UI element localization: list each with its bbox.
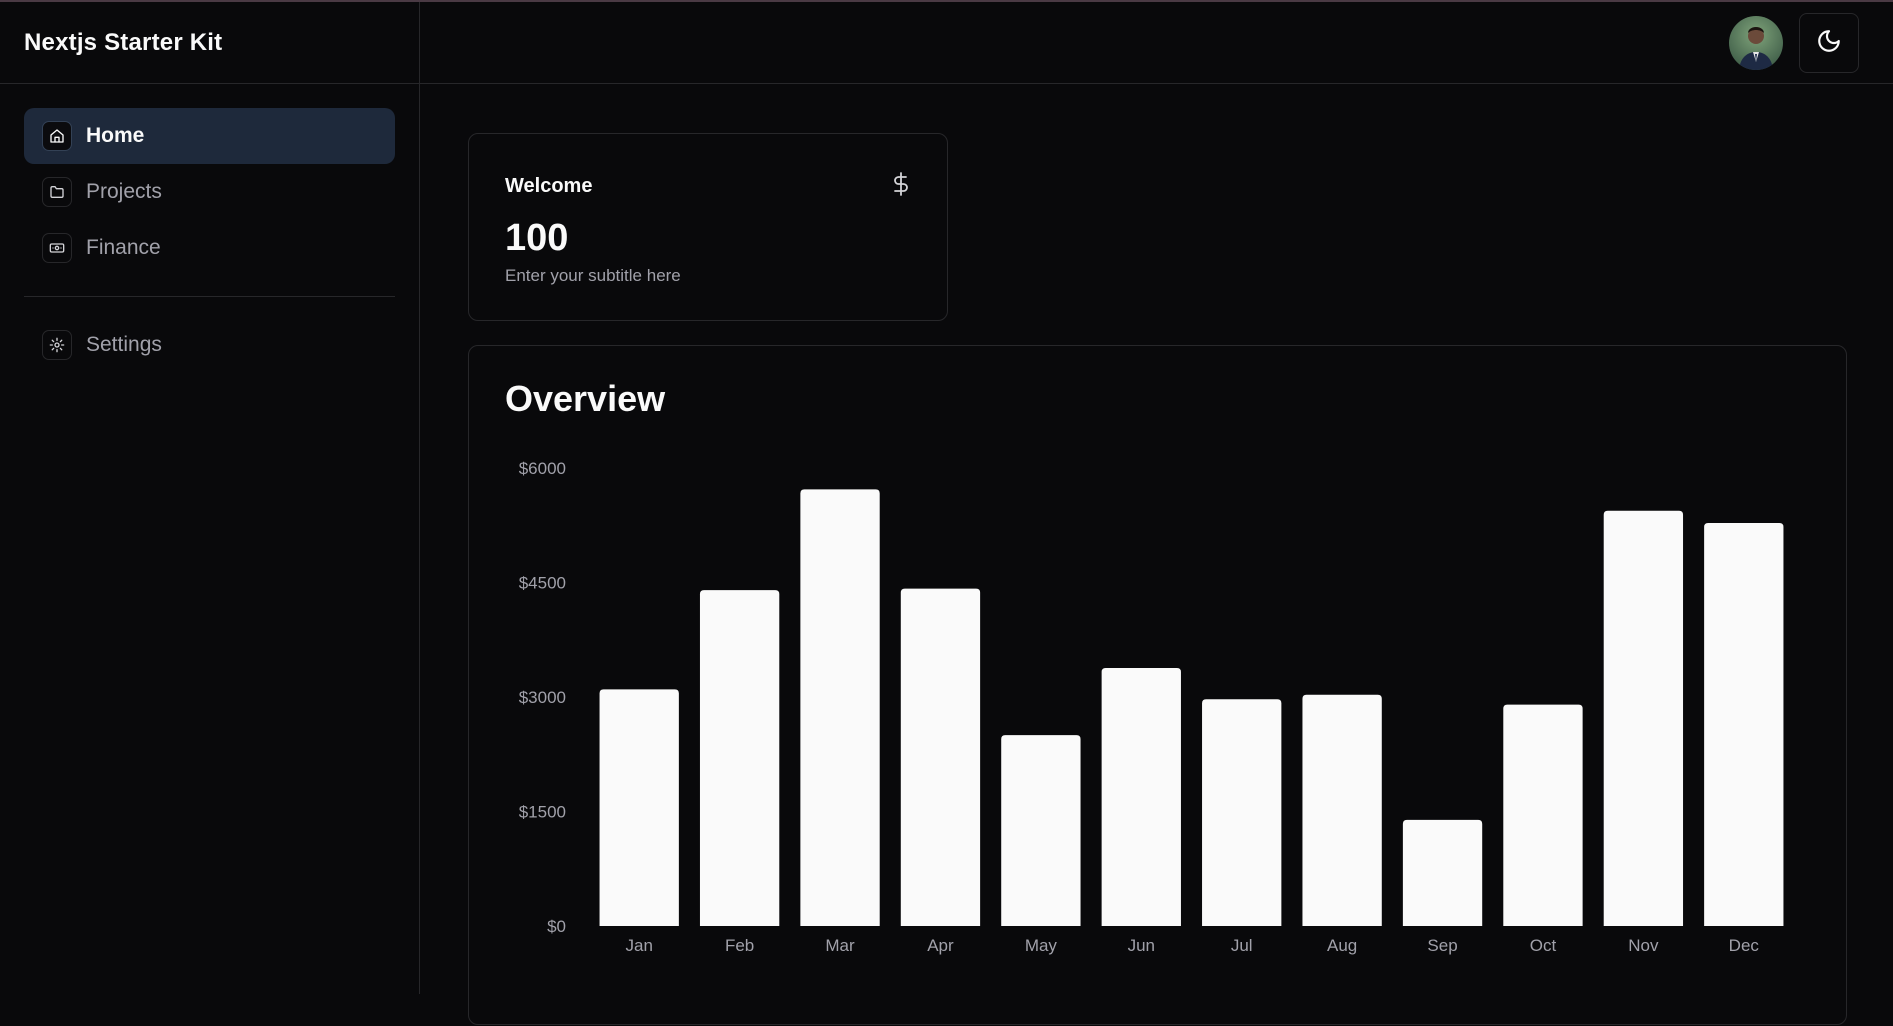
moon-icon — [1816, 28, 1842, 59]
bar-aug[interactable] — [1302, 694, 1382, 926]
sidebar-item-label: Projects — [86, 180, 162, 203]
y-tick-label: $6000 — [519, 459, 566, 478]
welcome-card: Welcome 100 Enter your subtitle here — [468, 133, 948, 321]
gear-icon — [42, 330, 72, 360]
sidebar-item-projects[interactable]: Projects — [24, 164, 395, 220]
sidebar-divider — [24, 296, 395, 297]
y-tick-label: $4500 — [519, 574, 566, 593]
x-tick-label: Jan — [625, 936, 652, 955]
bar-feb[interactable] — [699, 590, 780, 926]
card-title: Welcome — [505, 175, 593, 197]
x-tick-label: Apr — [927, 936, 954, 955]
x-tick-label: Aug — [1327, 936, 1357, 955]
bar-nov[interactable] — [1603, 510, 1684, 926]
x-tick-label: Dec — [1729, 936, 1760, 955]
bar-jun[interactable] — [1101, 667, 1181, 926]
overview-card: $0 $1500 $3000 $4500 $6000 Jan Feb Mar Apr May Jun… — [468, 345, 1847, 1025]
bar-dec[interactable] — [1704, 522, 1784, 926]
y-tick-label: $3000 — [519, 688, 566, 707]
x-tick-label: Jul — [1231, 936, 1253, 955]
y-tick-label: $1500 — [519, 803, 566, 822]
sidebar-item-finance[interactable]: Finance — [24, 220, 395, 276]
x-tick-label: May — [1025, 936, 1058, 955]
x-tick-label: Feb — [725, 936, 754, 955]
bar-jan[interactable] — [599, 689, 679, 926]
x-tick-label: Oct — [1530, 936, 1557, 955]
bar-apr[interactable] — [900, 588, 981, 926]
folder-icon — [42, 177, 72, 207]
bar-sep[interactable] — [1402, 819, 1483, 926]
top-header — [420, 2, 1893, 84]
sidebar-item-label: Settings — [86, 333, 162, 356]
sidebar-item-label: Home — [86, 124, 145, 147]
overview-title: Overview — [505, 378, 666, 419]
card-subtitle: Enter your subtitle here — [505, 266, 681, 285]
bar-may[interactable] — [1001, 735, 1081, 926]
sidebar-item-label: Finance — [86, 236, 161, 259]
sidebar-item-settings[interactable]: Settings — [24, 317, 395, 373]
theme-toggle-button[interactable] — [1799, 13, 1859, 73]
app-title[interactable]: Nextjs Starter Kit — [0, 2, 419, 84]
x-tick-label: Sep — [1427, 936, 1457, 955]
overview-bar-chart: $0 $1500 $3000 $4500 $6000 Jan Feb Mar Apr May Jun… — [519, 459, 1784, 955]
sidebar: Nextjs Starter Kit Home Projects Finance — [0, 2, 420, 994]
y-tick-label: $0 — [547, 917, 566, 936]
sidebar-nav: Home Projects Finance Settings — [0, 84, 419, 373]
x-tick-label: Jun — [1128, 936, 1155, 955]
x-tick-label: Mar — [825, 936, 855, 955]
user-avatar[interactable] — [1729, 16, 1783, 70]
bar-jul[interactable] — [1202, 699, 1282, 926]
sidebar-item-home[interactable]: Home — [24, 108, 395, 164]
home-icon — [42, 121, 72, 151]
bar-mar[interactable] — [800, 489, 880, 926]
x-tick-label: Nov — [1628, 936, 1659, 955]
dollar-icon — [891, 172, 911, 201]
banknote-icon — [42, 233, 72, 263]
card-value: 100 — [505, 217, 569, 259]
bar-oct[interactable] — [1503, 704, 1583, 926]
